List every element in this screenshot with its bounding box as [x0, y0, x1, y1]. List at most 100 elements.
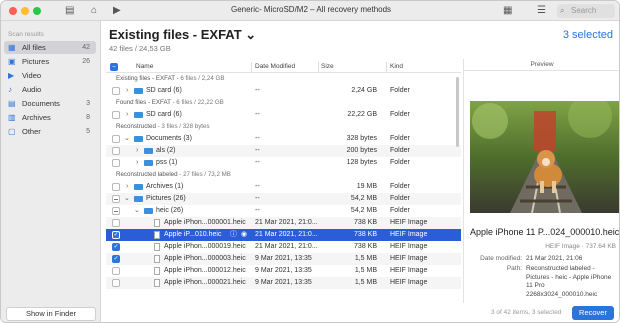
row-checkbox[interactable]: ✓	[112, 243, 120, 251]
date-label: Date modified:	[480, 255, 522, 262]
section-header: Found files - EXFAT - 6 files / 22,22 GB	[106, 97, 461, 109]
row-name: Apple iPhon...000012.heic	[164, 267, 246, 274]
table-row[interactable]: › pss (1) -- 128 bytes Folder	[106, 157, 461, 169]
chevron-down-icon[interactable]: ⌄	[124, 193, 130, 205]
row-checkbox[interactable]	[112, 219, 120, 227]
row-checkbox[interactable]	[112, 195, 120, 203]
folder-icon	[134, 88, 143, 94]
section-title-text: Reconstructed	[116, 123, 156, 130]
row-date: --	[255, 111, 260, 118]
sidebar-item-archives[interactable]: ▥ Archives 8	[4, 111, 96, 124]
table-row-selected[interactable]: ✓ Apple iP...010.heic ⓘ ◉ 21 Mar 2021, 2…	[106, 229, 461, 241]
sidebar-toggle-icon[interactable]: ▤	[65, 4, 74, 18]
row-checkbox[interactable]	[112, 279, 120, 287]
sidebar-item-label: Video	[22, 71, 42, 80]
row-date: --	[255, 135, 260, 142]
row-size: 738 KB	[354, 231, 377, 238]
table-row[interactable]: › SD card (6) -- 2,24 GB Folder	[106, 85, 461, 97]
column-divider	[318, 62, 319, 72]
table-row[interactable]: ✓ Apple iPhon...000003.heic 9 Mar 2021, …	[106, 253, 461, 265]
section-info: - 6 files / 22,22 GB	[170, 99, 224, 106]
sidebar-heading: Scan results	[8, 31, 44, 38]
dog-photo	[470, 101, 619, 213]
sidebar-item-count: 26	[82, 58, 90, 65]
chevron-down-icon[interactable]: ⌄	[124, 133, 130, 145]
audio-icon: ♪	[8, 85, 12, 94]
recover-button[interactable]: Recover	[572, 306, 614, 320]
table-row[interactable]: › Archives (1) -- 19 MB Folder	[106, 181, 461, 193]
search-input[interactable]: ⌕ Search	[557, 4, 615, 18]
row-size: 54,2 MB	[350, 195, 377, 202]
sidebar-item-all-files[interactable]: ▦ All files 42	[4, 41, 96, 54]
close-window-button[interactable]	[9, 7, 17, 15]
preview-icon[interactable]: ◉	[241, 229, 247, 241]
table-scrollbar[interactable]	[456, 77, 459, 147]
row-checkbox[interactable]	[112, 147, 120, 155]
row-kind: Folder	[390, 147, 410, 154]
column-divider	[386, 62, 387, 72]
preview-date-row: Date modified: 21 Mar 2021, 21:06	[470, 255, 616, 265]
row-kind: Folder	[390, 135, 410, 142]
home-icon[interactable]: ⌂	[91, 4, 97, 18]
chevron-right-icon[interactable]: ›	[126, 109, 128, 121]
view-mode-icon[interactable]: ▦	[503, 4, 512, 18]
row-name: Apple iPhon...000001.heic	[164, 219, 246, 226]
table-row[interactable]: Apple iPhon...000021.heic 9 Mar 2021, 13…	[106, 277, 461, 289]
row-checkbox[interactable]	[112, 159, 120, 167]
chevron-right-icon[interactable]: ›	[126, 85, 128, 97]
play-icon[interactable]: ▶	[113, 4, 121, 18]
table-row[interactable]: › als (2) -- 200 bytes Folder	[106, 145, 461, 157]
column-name[interactable]: Name	[136, 63, 153, 70]
show-in-finder-button[interactable]: Show in Finder	[6, 307, 96, 321]
row-name: Apple iP...010.heic	[164, 231, 222, 238]
chevron-right-icon[interactable]: ›	[126, 181, 128, 193]
row-date: --	[255, 87, 260, 94]
row-checkbox[interactable]	[112, 267, 120, 275]
sidebar-item-audio[interactable]: ♪ Audio	[4, 83, 96, 96]
column-size[interactable]: Size	[321, 63, 334, 70]
column-date[interactable]: Date Modified	[255, 63, 295, 70]
sidebar-item-other[interactable]: ▢ Other 5	[4, 125, 96, 138]
sidebar-item-count: 8	[86, 114, 90, 121]
table-row[interactable]: › SD card (6) -- 22,22 GB Folder	[106, 109, 461, 121]
info-icon[interactable]: ⓘ	[230, 229, 237, 241]
row-date: 21 Mar 2021, 21:0...	[255, 219, 318, 226]
sidebar-item-label: All files	[22, 43, 46, 52]
search-placeholder: Search	[571, 6, 597, 15]
column-kind[interactable]: Kind	[390, 63, 403, 70]
row-checkbox[interactable]	[112, 183, 120, 191]
chevron-right-icon[interactable]: ›	[136, 157, 138, 169]
preview-heading: Preview	[464, 59, 619, 71]
row-checkbox[interactable]	[112, 111, 120, 119]
zoom-window-button[interactable]	[33, 7, 41, 15]
row-size: 22,22 GB	[347, 111, 377, 118]
section-title: Existing files - EXFAT - 6 files / 2,24 …	[116, 73, 224, 85]
sidebar-item-video[interactable]: ▶ Video	[4, 69, 96, 82]
filter-icon[interactable]: ☰	[537, 4, 546, 18]
table-row[interactable]: ⌄ Documents (3) -- 328 bytes Folder	[106, 133, 461, 145]
row-date: --	[255, 207, 260, 214]
page-title[interactable]: Existing files - EXFAT ⌄	[109, 27, 256, 43]
row-checkbox[interactable]: ✓	[112, 231, 120, 239]
table-row[interactable]: ⌄ Pictures (26) -- 54,2 MB Folder	[106, 193, 461, 205]
row-checkbox[interactable]: ✓	[112, 255, 120, 263]
folder-icon	[144, 208, 153, 214]
table-row[interactable]: ⌄ heic (26) -- 54,2 MB Folder	[106, 205, 461, 217]
sidebar-item-pictures[interactable]: ▣ Pictures 26	[4, 55, 96, 68]
select-all-checkbox[interactable]: –	[110, 63, 118, 71]
row-checkbox[interactable]	[112, 87, 120, 95]
row-size: 738 KB	[354, 243, 377, 250]
chevron-right-icon[interactable]: ›	[136, 145, 138, 157]
sidebar-item-count: 3	[86, 100, 90, 107]
preview-path-row: Path: Reconstructed labeled - Pictures -…	[470, 265, 616, 298]
minimize-window-button[interactable]	[21, 7, 29, 15]
table-row[interactable]: Apple iPhon...000001.heic 21 Mar 2021, 2…	[106, 217, 461, 229]
chevron-down-icon[interactable]: ⌄	[134, 205, 140, 217]
row-checkbox[interactable]	[112, 135, 120, 143]
table-row[interactable]: Apple iPhon...000012.heic 9 Mar 2021, 13…	[106, 265, 461, 277]
sidebar-item-documents[interactable]: ▤ Documents 3	[4, 97, 96, 110]
row-checkbox[interactable]	[112, 207, 120, 215]
preview-image	[470, 101, 619, 213]
date-value: 21 Mar 2021, 21:06	[526, 255, 583, 262]
table-row[interactable]: ✓ Apple iPhon...000019.heic 21 Mar 2021,…	[106, 241, 461, 253]
